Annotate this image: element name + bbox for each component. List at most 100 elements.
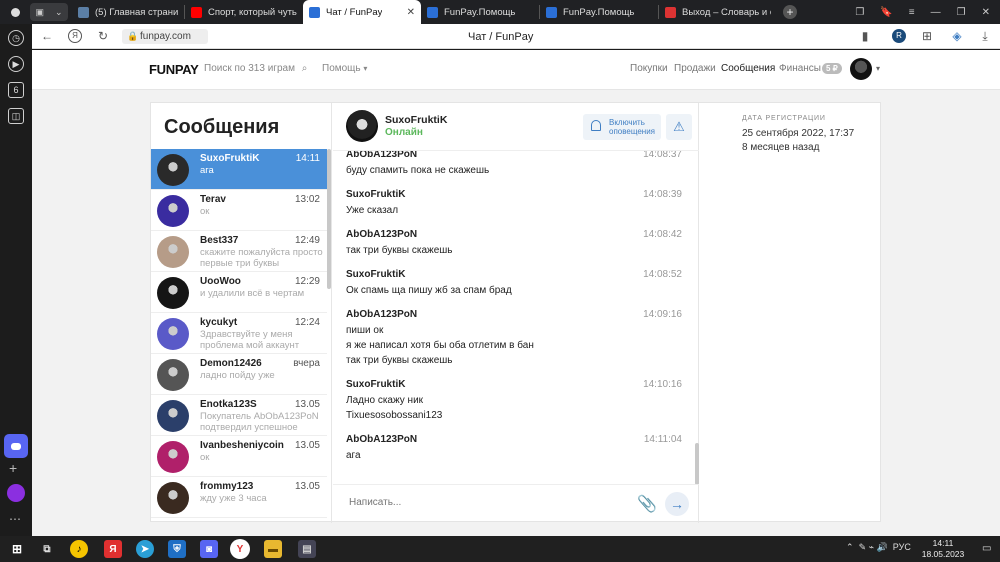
message-author[interactable]: SuxoFruktiK [346, 379, 686, 393]
minimize-button[interactable]: — [931, 7, 941, 18]
menu-icon[interactable]: ≡ [909, 7, 915, 18]
nav-sales[interactable]: Продажи [674, 63, 716, 74]
taskbar-clock[interactable]: 14:11 18.05.2023 [916, 538, 970, 560]
partner-avatar[interactable] [346, 110, 378, 142]
yandex-taskbar-icon[interactable]: Y [230, 539, 250, 559]
notifications-icon[interactable]: ▭ [982, 543, 991, 554]
message-group: AbObA123PoN 14:09:16 пиши ок я же написал х… [346, 309, 686, 368]
profile-icon[interactable] [0, 0, 30, 24]
back-icon[interactable]: ← [40, 29, 54, 43]
message-author[interactable]: AbObA123PoN [346, 229, 686, 243]
bookmark-icon[interactable]: ▮ [858, 29, 872, 43]
downloads-icon[interactable]: ⤓ [978, 29, 992, 43]
contact-preview: ок [200, 452, 210, 463]
nav-finances[interactable]: Финансы [779, 63, 821, 74]
contact-item[interactable]: Demon12426 вчера ладно пойду уже [151, 354, 327, 395]
close-button[interactable]: ✕ [982, 7, 990, 18]
contact-time: 12:24 [294, 317, 320, 328]
language-indicator[interactable]: РУС [893, 542, 911, 552]
chevron-up-icon[interactable]: ⌃ [846, 542, 854, 552]
screenshot-icon[interactable]: ◫ [8, 108, 24, 124]
discord-icon[interactable] [4, 434, 28, 458]
contact-preview: жду уже 3 часа [200, 493, 267, 504]
contact-name: UooWoo [200, 276, 241, 287]
url-field[interactable]: 🔒 funpay.com [122, 29, 208, 44]
tab-group-button[interactable]: ▣ ⌄ [30, 3, 68, 21]
extension-r-icon[interactable]: R [892, 29, 906, 43]
partner-name[interactable]: SuxoFruktiK [385, 114, 447, 126]
send-button[interactable]: → [665, 492, 689, 516]
play-icon[interactable]: ▶ [8, 56, 24, 72]
attach-icon[interactable]: 📎 [637, 494, 657, 514]
contact-item[interactable]: UooWoo 12:29 и удалили всё в чертам [151, 272, 327, 313]
volume-icon[interactable]: 🔊 [877, 542, 888, 552]
browser-tab[interactable]: Чат / FunPay ✕ [303, 0, 421, 24]
contact-time: 12:29 [294, 276, 320, 287]
browser-tab[interactable]: (5) Главная страница - [72, 0, 184, 24]
discord-taskbar-icon[interactable]: ◙ [200, 540, 218, 558]
windows-start-icon[interactable]: ⊞ [8, 540, 26, 558]
nav-purchases[interactable]: Покупки [630, 63, 668, 74]
funpay-icon [546, 6, 557, 18]
add-panel-icon[interactable]: + [9, 460, 17, 476]
browser-tab[interactable]: FunPay.Помощь [540, 0, 658, 24]
network-icon[interactable]: ⌁ [869, 542, 874, 552]
contact-item[interactable]: Terav 13:02 ок [151, 190, 327, 231]
message-time: 14:08:52 [643, 269, 682, 280]
yandex-icon[interactable]: Я [68, 29, 82, 43]
page-title: Чат / FunPay [468, 31, 534, 43]
contact-item[interactable]: kycukyt 12:24 Здравствуйте у меня проблема… [151, 313, 327, 354]
contact-name: Demon12426 [200, 358, 262, 369]
task-view-icon[interactable]: ⧉ [38, 540, 56, 558]
extension-download-icon[interactable]: ◈ [950, 29, 964, 43]
message-author[interactable]: AbObA123PoN [346, 309, 686, 323]
close-tab-icon[interactable]: ✕ [401, 7, 415, 18]
funpay-logo[interactable]: FUNPAY [149, 62, 199, 77]
contact-avatar [157, 318, 189, 350]
user-avatar[interactable] [850, 58, 872, 80]
yandex-music-icon[interactable]: ♪ [70, 540, 88, 558]
reload-icon[interactable]: ↻ [96, 29, 110, 43]
counter-icon[interactable]: 6 [8, 82, 24, 98]
yandex-browser-icon[interactable]: Я [104, 540, 122, 558]
bookmarks-icon[interactable]: 🔖 [880, 7, 892, 18]
message-author[interactable]: AbObA123PoN [346, 151, 686, 163]
collections-icon[interactable]: ❐ [855, 7, 864, 18]
contact-item[interactable]: Best337 12:49 скажите пожалуйста просто пе… [151, 231, 327, 272]
more-icon[interactable]: ⋯ [9, 512, 21, 526]
compose-bar: 📎 → [333, 484, 699, 523]
message-input[interactable] [349, 497, 599, 508]
message-author[interactable]: SuxoFruktiK [346, 189, 686, 203]
report-button[interactable]: ⚠ [666, 114, 692, 140]
maximize-button[interactable]: ❐ [957, 7, 966, 18]
file-explorer-icon[interactable]: ▬ [264, 540, 282, 558]
lock-icon: 🔒 [127, 31, 139, 41]
contact-item[interactable]: SuxoFruktiK 14:11 ага [151, 149, 327, 190]
help-menu[interactable]: Помощь ▾ [322, 63, 367, 74]
message-author[interactable]: SuxoFruktiK [346, 269, 686, 283]
caret-down-icon[interactable]: ▾ [876, 64, 880, 73]
contact-item[interactable]: Ivanbesheniycoin 13.05 ок [151, 436, 327, 477]
contact-item[interactable]: frommy123 13.05 жду уже 3 часа [151, 477, 327, 518]
contact-list-scrollbar[interactable] [327, 149, 331, 289]
app-icon[interactable]: ▤ [298, 540, 316, 558]
defender-icon[interactable]: ⛨ [168, 540, 186, 558]
browser-tab[interactable]: FunPay.Помощь [421, 0, 539, 24]
history-icon[interactable]: ◷ [8, 30, 24, 46]
tabs-icon: ▣ [35, 6, 44, 17]
message-list: AbObA123PoN 14:08:37 буду спамить пока не … [333, 151, 699, 484]
message-list-scrollbar[interactable] [695, 443, 699, 485]
enable-notifications-button[interactable]: Включить оповещения [583, 114, 661, 140]
new-tab-button[interactable]: + [783, 5, 797, 19]
browser-tab[interactable]: Выход – Словарь и он [659, 0, 777, 24]
telegram-icon[interactable]: ➤ [136, 540, 154, 558]
alice-icon[interactable] [7, 484, 25, 502]
message-author[interactable]: AbObA123PoN [346, 434, 686, 448]
contact-item[interactable]: Enotka123S 13.05 Покупатель AbObA123PoN по… [151, 395, 327, 436]
game-search[interactable]: Поиск по 313 играм ⌕ [204, 63, 307, 74]
nav-messages[interactable]: Сообщения [721, 63, 775, 74]
browser-tab[interactable]: Спорт, который чуть н [185, 0, 303, 24]
message-text: я же написал хотя бы оба отлетим в бан [346, 340, 534, 351]
extension-icon[interactable]: ⊞ [920, 29, 934, 43]
pen-icon[interactable]: ✎ [859, 542, 867, 552]
